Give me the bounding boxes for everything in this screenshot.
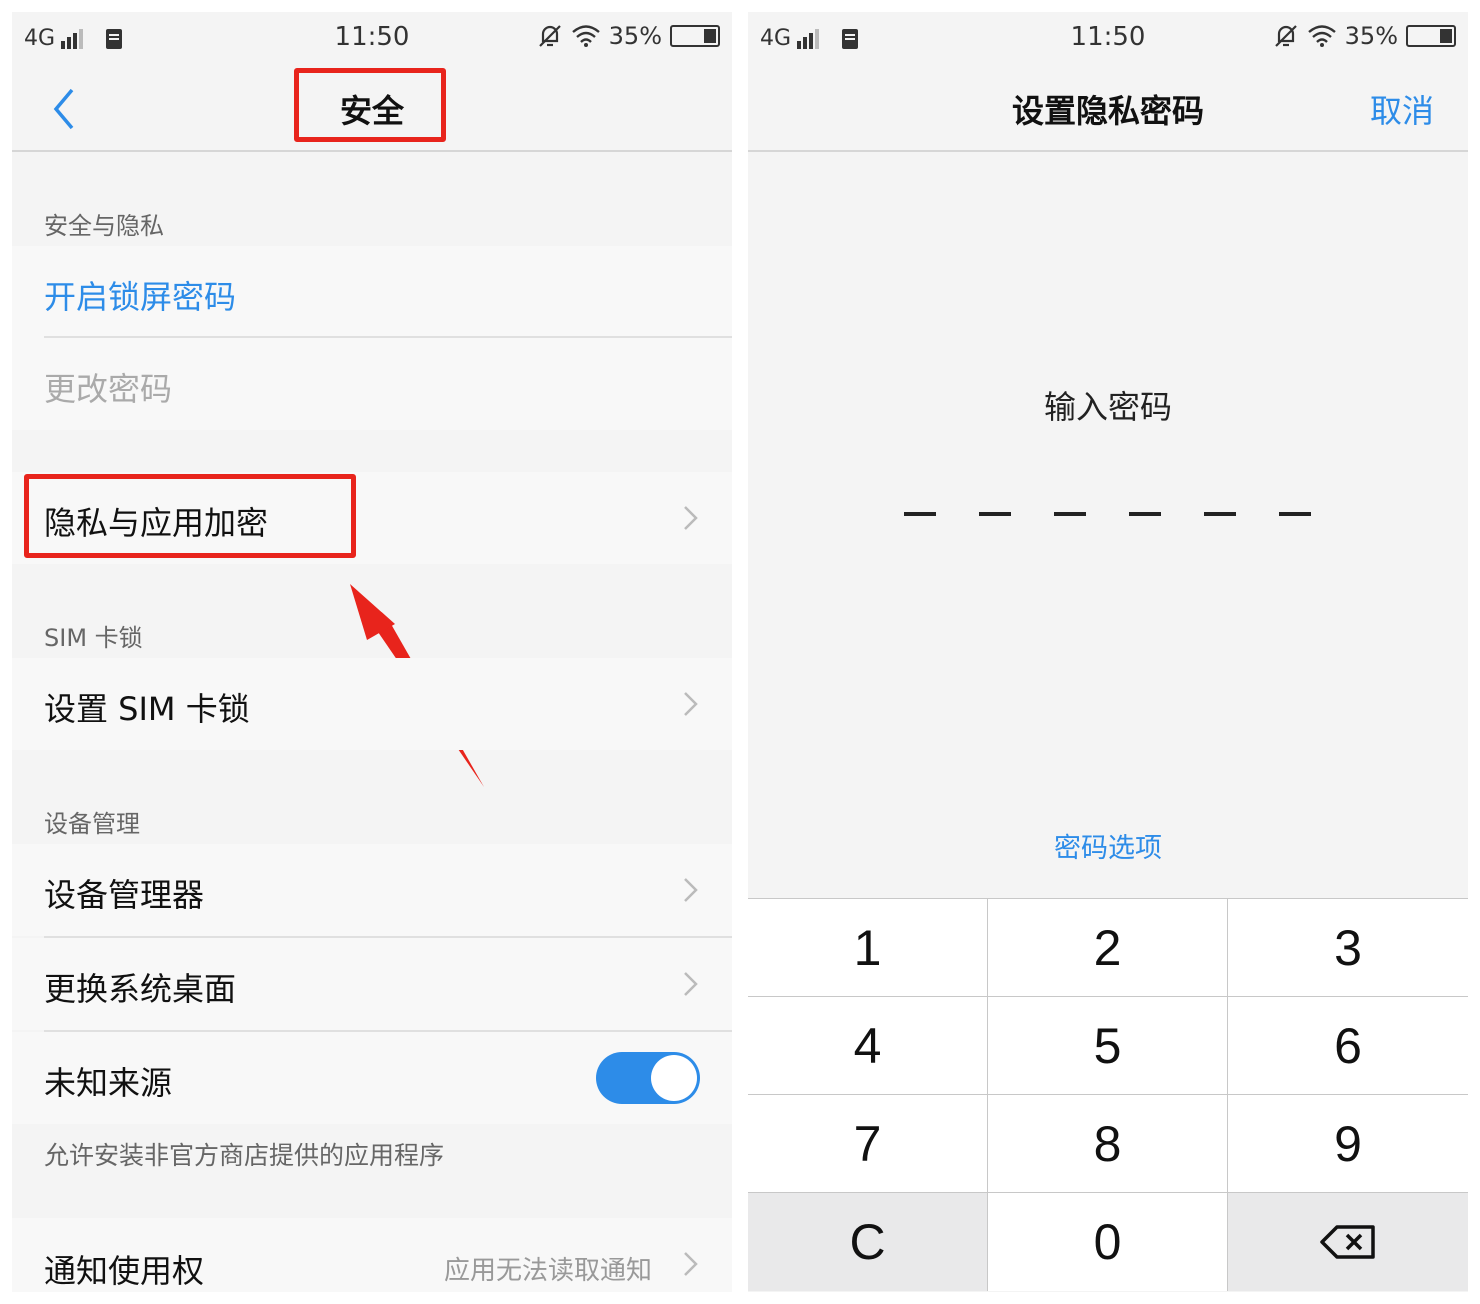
set-sim-lock-label: 设置 SIM 卡锁 xyxy=(44,690,250,728)
key-2[interactable]: 2 xyxy=(988,899,1228,997)
key-8[interactable]: 8 xyxy=(988,1095,1228,1193)
chevron-right-icon xyxy=(684,506,698,530)
password-slot xyxy=(1129,512,1161,516)
key-7[interactable]: 7 xyxy=(748,1095,988,1193)
status-bar: 4G 11:50 35% xyxy=(748,12,1468,64)
cancel-button[interactable]: 取消 xyxy=(1370,86,1434,132)
key-4[interactable]: 4 xyxy=(748,997,988,1095)
key-0[interactable]: 0 xyxy=(988,1193,1228,1291)
set-sim-lock-item[interactable]: 设置 SIM 卡锁 xyxy=(12,658,732,750)
enable-lock-password-item[interactable]: 开启锁屏密码 xyxy=(12,246,732,338)
wifi-icon xyxy=(1307,25,1336,47)
numeric-keypad: 1 2 3 4 5 6 7 8 9 C 0 xyxy=(748,898,1468,1292)
battery-icon xyxy=(1406,25,1456,47)
password-slot xyxy=(1204,512,1236,516)
notification-access-value: 应用无法读取通知 xyxy=(443,1256,652,1286)
status-bar: 4G 11:50 35% xyxy=(12,12,732,64)
mute-icon xyxy=(538,25,561,47)
device-admin-item[interactable]: 设备管理器 xyxy=(12,844,732,936)
key-5[interactable]: 5 xyxy=(988,997,1228,1095)
chevron-right-icon xyxy=(684,878,698,902)
change-password-label: 更改密码 xyxy=(44,370,173,408)
chevron-right-icon xyxy=(684,692,698,716)
password-slot xyxy=(1279,512,1311,516)
device-admin-label: 设备管理器 xyxy=(44,876,205,914)
change-password-item: 更改密码 xyxy=(12,338,732,430)
section-header-security-privacy: 安全与隐私 xyxy=(44,212,164,240)
password-slot xyxy=(1054,512,1086,516)
battery-percent: 35% xyxy=(608,22,662,50)
key-clear[interactable]: C xyxy=(748,1193,988,1291)
title-bar: 设置隐私密码 取消 xyxy=(748,64,1468,152)
section-header-device-management: 设备管理 xyxy=(44,810,140,838)
security-settings-screen: 4G 11:50 35% 安全 安全与隐私 开启锁屏密码 更改密码 隐私与应用加… xyxy=(12,12,732,1292)
password-slot xyxy=(979,512,1011,516)
unknown-sources-toggle[interactable] xyxy=(596,1052,700,1104)
backspace-icon xyxy=(1320,1225,1375,1259)
key-3[interactable]: 3 xyxy=(1228,899,1468,997)
page-title: 设置隐私密码 xyxy=(1011,92,1204,130)
chevron-right-icon xyxy=(684,972,698,996)
privacy-highlight-box xyxy=(24,474,356,558)
key-1[interactable]: 1 xyxy=(748,899,988,997)
battery-percent: 35% xyxy=(1344,22,1398,50)
unknown-sources-label: 未知来源 xyxy=(44,1064,173,1102)
key-backspace[interactable] xyxy=(1228,1193,1468,1291)
title-highlight-box xyxy=(294,68,446,142)
enable-lock-password-label: 开启锁屏密码 xyxy=(44,278,237,316)
mute-icon xyxy=(1274,25,1297,47)
notification-access-label: 通知使用权 xyxy=(44,1252,205,1290)
battery-icon xyxy=(670,25,720,47)
password-options-link[interactable]: 密码选项 xyxy=(748,826,1468,865)
key-9[interactable]: 9 xyxy=(1228,1095,1468,1193)
section-header-sim-lock: SIM 卡锁 xyxy=(44,624,143,652)
key-6[interactable]: 6 xyxy=(1228,997,1468,1095)
password-slots xyxy=(904,512,1311,520)
chevron-right-icon xyxy=(684,1252,698,1276)
toggle-knob xyxy=(651,1055,697,1101)
change-launcher-item[interactable]: 更换系统桌面 xyxy=(12,938,732,1030)
change-launcher-label: 更换系统桌面 xyxy=(44,970,237,1008)
unknown-sources-description: 允许安装非官方商店提供的应用程序 xyxy=(44,1141,445,1170)
unknown-sources-item: 未知来源 xyxy=(12,1032,732,1124)
password-slot xyxy=(904,512,936,516)
wifi-icon xyxy=(571,25,600,47)
set-privacy-password-screen: 4G 11:50 35% 设置隐私密码 取消 输入密码 密码选项 1 2 3 4… xyxy=(748,12,1468,1292)
notification-access-item[interactable]: 通知使用权 应用无法读取通知 xyxy=(12,1218,732,1292)
enter-password-prompt: 输入密码 xyxy=(1043,388,1172,426)
